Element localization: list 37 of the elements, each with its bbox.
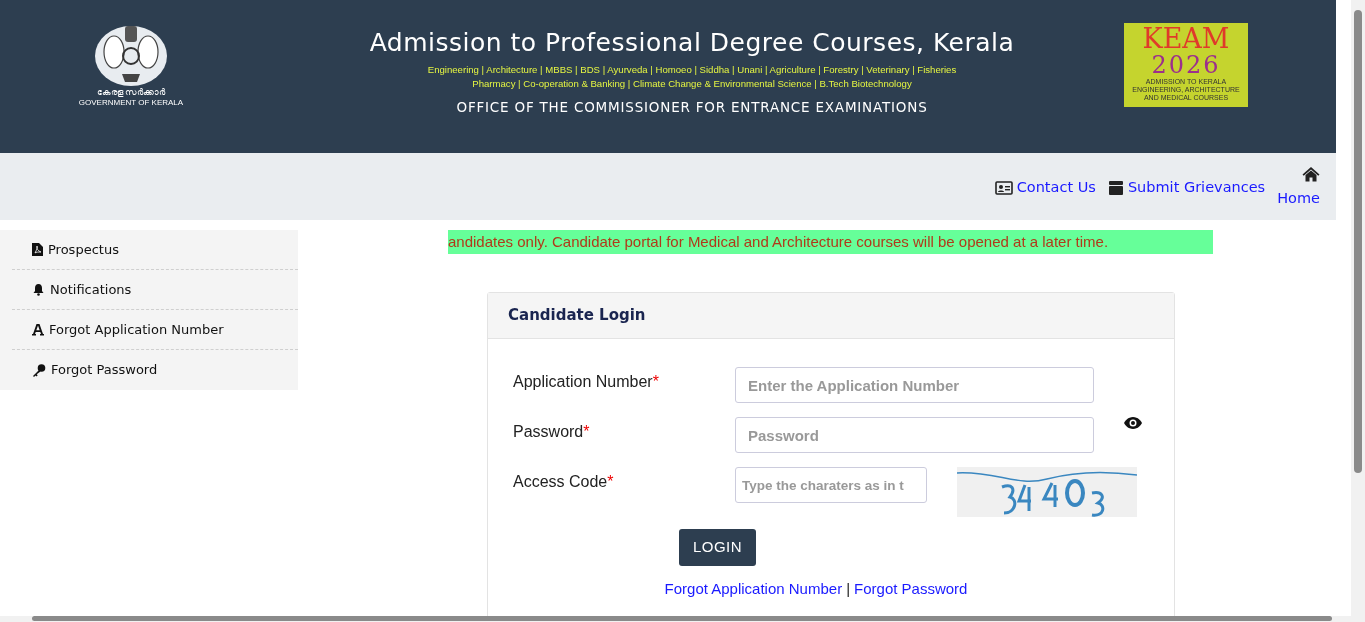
pdf-file-icon [32, 243, 43, 256]
logo-word: KEAM [1142, 25, 1230, 53]
password-field[interactable]: Password [735, 417, 1094, 453]
sidebar-item[interactable]: Notifications [12, 270, 298, 310]
nav-link[interactable]: Submit Grievances [1107, 166, 1266, 210]
eye-icon[interactable] [1124, 417, 1142, 429]
box-icon [1107, 179, 1124, 196]
nav-link[interactable]: Contact Us [994, 166, 1096, 210]
field-label: Password* [513, 422, 591, 442]
course-list: Pharmacy | Co-operation & Banking | Climate Change & Environmental Science | B.Tech Biotechnology [472, 77, 912, 91]
link-separator: | [846, 579, 851, 599]
forgot-number-link[interactable]: Forgot Application Number [664, 578, 843, 601]
vertical-scrollbar[interactable] [1351, 0, 1365, 622]
nav-link[interactable]: Home [1277, 166, 1320, 210]
emblem-subcaption: GOVERNMENT OF KERALA [78, 98, 184, 108]
input-field[interactable]: Enter the Application Number [735, 367, 1094, 403]
sidebar-item[interactable]: Forgot Application Number [12, 310, 298, 350]
key-icon [32, 363, 46, 377]
access-code-field[interactable]: Type the charaters as in t [735, 467, 927, 503]
logo-year: 2026 [1151, 53, 1221, 77]
contact-card-icon [994, 180, 1013, 195]
card-title: Candidate Login [508, 305, 646, 327]
sidebar-item[interactable]: Forgot Password [12, 350, 298, 390]
office-name: OFFICE OF THE COMMISSIONER FOR ENTRANCE EXAMINATIONS [456, 98, 928, 117]
horizontal-scrollbar[interactable] [0, 616, 1351, 622]
emblem-caption: കേരള സർക്കാർ [96, 87, 166, 98]
forgot-password-link[interactable]: Forgot Password [854, 578, 968, 601]
home-icon [1302, 166, 1320, 182]
bell-icon [32, 283, 45, 296]
sidebar-item[interactable]: Prospectus [12, 230, 298, 270]
login-button[interactable]: LOGIN [679, 529, 756, 566]
font-icon [32, 323, 44, 336]
notice-text: andidates only. Candidate portal for Medical and Architecture courses will be opened at a later time. [448, 231, 1109, 252]
course-list: Engineering | Architecture | MBBS | BDS | Ayurveda | Homoeo | Siddha | Unani | Agriculture | Forestry | Veterinary | Fisheries [427, 63, 957, 77]
field-label: Application Number* [513, 372, 660, 392]
field-label: Access Code* [513, 472, 615, 492]
site-title: Admission to Professional Degree Courses, Kerala [369, 27, 1015, 59]
